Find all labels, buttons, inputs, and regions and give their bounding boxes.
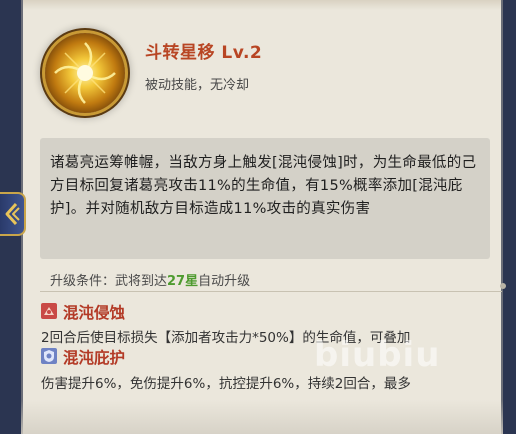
scroll-fade — [21, 400, 503, 434]
scroll-indicator — [500, 283, 506, 289]
upgrade-condition: 升级条件：武将到达27星自动升级 — [50, 270, 250, 289]
watermark: biubiu — [314, 335, 441, 375]
skill-type: 被动技能，无冷却 — [145, 78, 250, 93]
skill-description: 诸葛亮运筹帷幄，当敌方身上触发[混沌侵蚀]时，为生命最低的己方目标回复诸葛亮攻击… — [50, 155, 477, 217]
chaos-shield-icon — [41, 348, 57, 364]
skill-name: 斗转星移 Lv.2 — [145, 43, 263, 63]
collapse-tab-button[interactable] — [0, 192, 26, 236]
chaos-erosion-icon — [41, 303, 57, 319]
golden-swirl-icon — [45, 33, 125, 113]
chevron-left-icon — [5, 202, 20, 226]
upgrade-prefix: 升级条件：武将到达 — [50, 274, 168, 289]
buff-name: 混沌庇护 — [63, 349, 126, 367]
buff-name: 混沌侵蚀 — [63, 304, 126, 322]
upgrade-suffix: 自动升级 — [198, 274, 251, 289]
divider — [40, 291, 502, 292]
buff-description: 伤害提升6%，免伤提升6%，抗控提升6%，持续2回合，最多 — [41, 376, 411, 392]
upgrade-star-count: 27星 — [167, 274, 199, 289]
panel-top-edge — [23, 0, 501, 10]
